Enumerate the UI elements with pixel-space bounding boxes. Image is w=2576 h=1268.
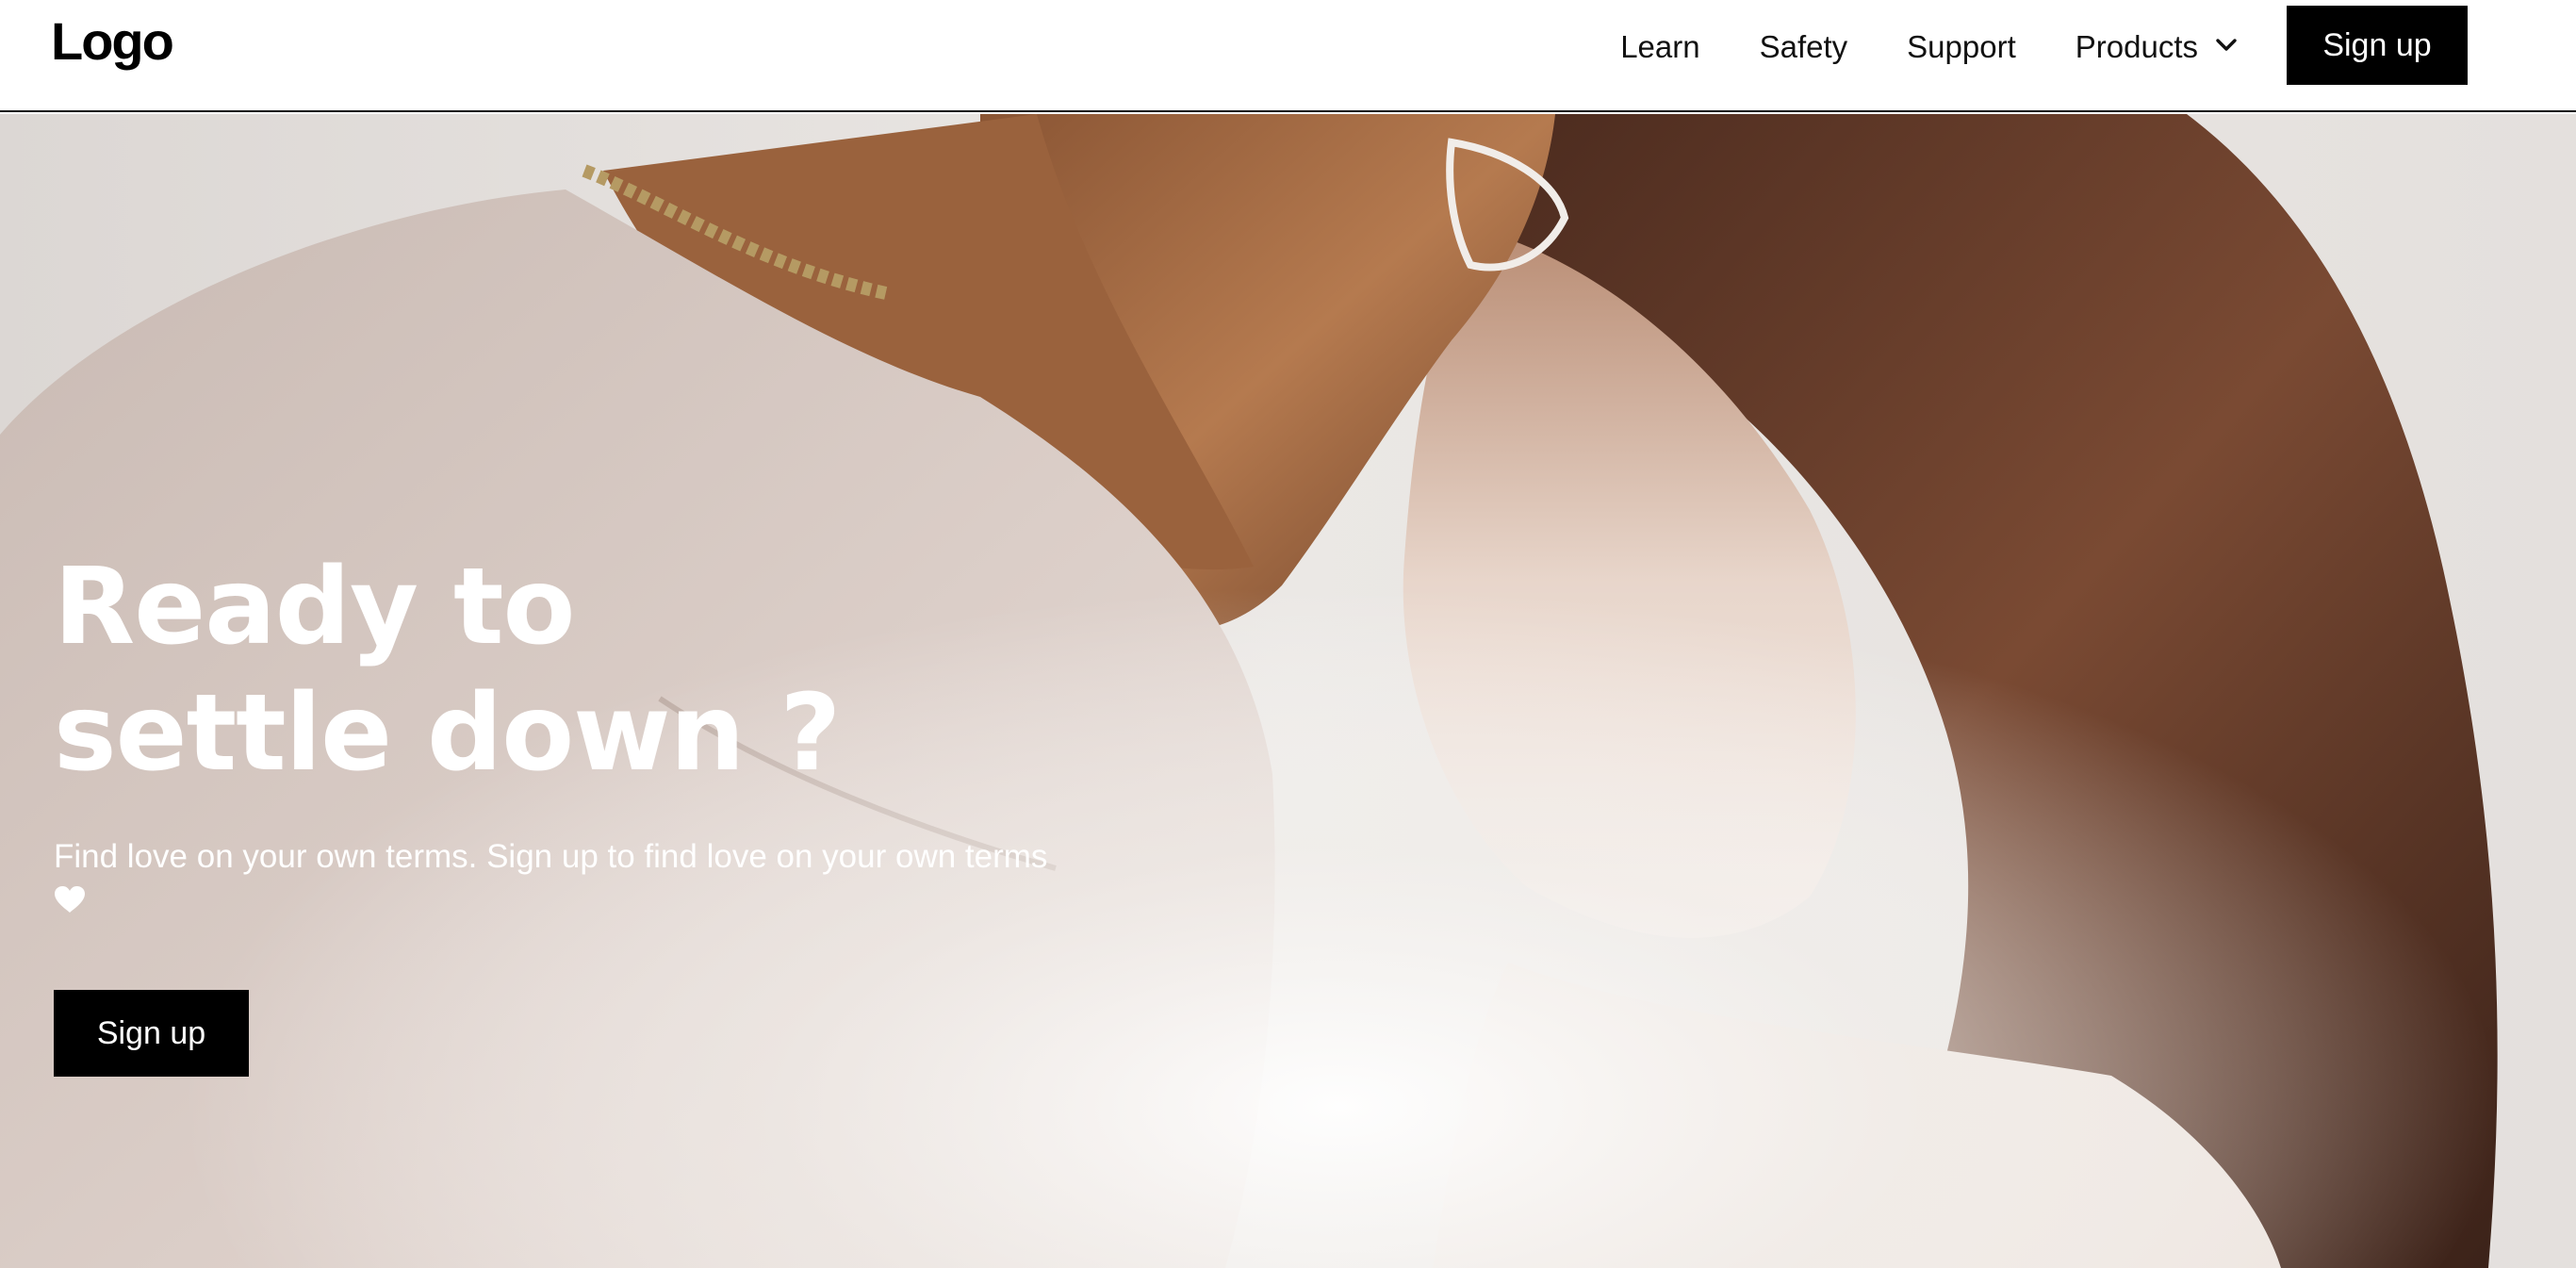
logo[interactable]: Logo bbox=[51, 9, 174, 74]
nav-link-safety[interactable]: Safety bbox=[1760, 29, 1848, 65]
hero-signup-button[interactable]: Sign up bbox=[54, 990, 249, 1077]
nav-link-support-label: Support bbox=[1907, 29, 2016, 64]
hero-section: Ready to settle down ? Find love on your… bbox=[0, 114, 2576, 1268]
nav-link-products[interactable]: Products bbox=[2076, 29, 2245, 65]
nav-signup-button[interactable]: Sign up bbox=[2287, 6, 2468, 85]
hero-subtitle-text: Find love on your own terms. Sign up to … bbox=[54, 838, 1048, 875]
hero-subtitle: Find love on your own terms. Sign up to … bbox=[54, 832, 1109, 914]
hero-title-line-2: settle down ? bbox=[54, 672, 841, 795]
nav-link-learn[interactable]: Learn bbox=[1620, 29, 1699, 65]
heart-icon bbox=[55, 886, 85, 913]
navbar: Logo Learn Safety Support Products Sign … bbox=[0, 0, 2576, 112]
nav-link-products-label: Products bbox=[2075, 29, 2198, 64]
hero-title: Ready to settle down ? bbox=[54, 544, 902, 797]
nav-link-safety-label: Safety bbox=[1759, 29, 1848, 64]
chevron-down-icon bbox=[2209, 34, 2245, 60]
nav-link-support[interactable]: Support bbox=[1907, 29, 2016, 65]
hero-title-line-1: Ready to bbox=[54, 546, 575, 668]
nav-link-learn-label: Learn bbox=[1620, 29, 1700, 64]
nav-links: Learn Safety Support Products bbox=[1620, 0, 2245, 94]
